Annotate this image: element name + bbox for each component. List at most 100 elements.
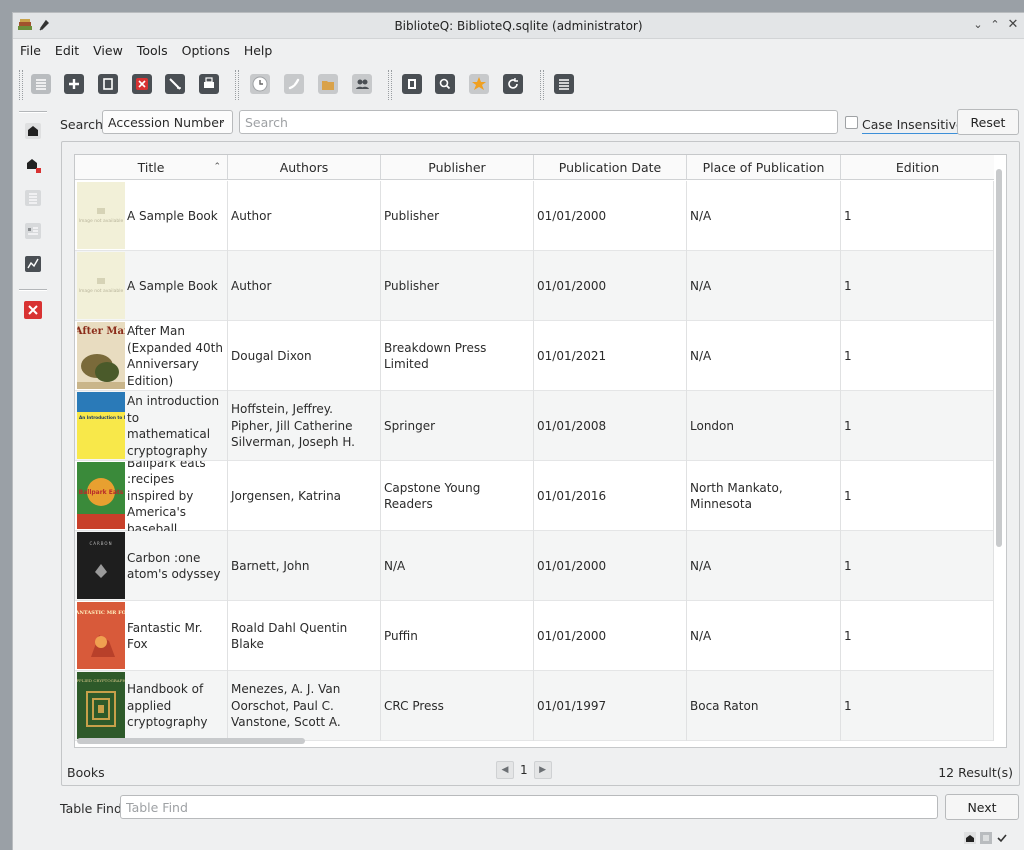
cell-title[interactable]: After ManAfter Man (Expanded 40th Annive…	[75, 321, 228, 391]
cell-authors[interactable]: Author	[228, 181, 381, 251]
cell-publication-date[interactable]: 01/01/2000	[534, 531, 687, 601]
table-row[interactable]: Image not available A Sample Book Author Pu…	[75, 251, 994, 321]
search-icon[interactable]	[434, 73, 456, 95]
cell-authors[interactable]: Roald Dahl Quentin Blake	[228, 601, 381, 671]
table-row[interactable]: FANTASTIC MR FOXFantastic Mr. FoxRoald D…	[75, 601, 994, 671]
next-page-icon[interactable]: ▶	[533, 761, 552, 779]
cell-place[interactable]: Boca Raton	[687, 671, 841, 741]
cell-publication-date[interactable]: 01/01/2016	[534, 461, 687, 531]
vertical-scrollbar[interactable]	[995, 157, 1004, 747]
side-statistics-icon[interactable]	[24, 255, 42, 273]
menu-tools[interactable]: Tools	[130, 40, 175, 62]
members-icon[interactable]	[351, 73, 373, 95]
cell-title[interactable]: Image not available A Sample Book	[75, 181, 228, 251]
cell-publication-date[interactable]: 01/01/1997	[534, 671, 687, 741]
search-field-select[interactable]: Accession Number ⌄	[102, 110, 233, 134]
cell-place[interactable]: London	[687, 391, 841, 461]
cell-place[interactable]: N/A	[687, 601, 841, 671]
cell-authors[interactable]: Author	[228, 251, 381, 321]
cell-title[interactable]: Ballpark Eats Ballpark eats :recipes insp…	[75, 461, 228, 531]
column-header-edition[interactable]: Edition	[841, 155, 994, 180]
table-row[interactable]: Ballpark Eats Ballpark eats :recipes insp…	[75, 461, 994, 531]
horizontal-scrollbar[interactable]	[77, 738, 307, 745]
cell-title[interactable]: FANTASTIC MR FOXFantastic Mr. Fox	[75, 601, 228, 671]
cell-authors[interactable]: Barnett, John	[228, 531, 381, 601]
cell-publication-date[interactable]: 01/01/2000	[534, 181, 687, 251]
table-row[interactable]: An Introduction to Mathematical Cryptogr…	[75, 391, 994, 461]
case-insensitive-checkbox[interactable]	[845, 116, 858, 129]
cell-edition[interactable]: 1	[841, 671, 994, 741]
cell-edition[interactable]: 1	[841, 391, 994, 461]
table-find-input[interactable]	[120, 795, 938, 819]
cell-title[interactable]: Image not available A Sample Book	[75, 251, 228, 321]
toolbar-handle[interactable]	[19, 70, 23, 100]
cell-title[interactable]: An Introduction to Mathematical Cryptogr…	[75, 391, 228, 461]
cell-publication-date[interactable]: 01/01/2000	[534, 251, 687, 321]
menu-edit[interactable]: Edit	[48, 40, 86, 62]
phone-icon[interactable]	[283, 73, 305, 95]
cell-publisher[interactable]: Publisher	[381, 251, 534, 321]
copy-icon[interactable]	[401, 73, 423, 95]
details-list-icon[interactable]	[30, 73, 52, 95]
menu-options[interactable]: Options	[175, 40, 237, 62]
page-number[interactable]: 1	[514, 763, 534, 777]
cell-edition[interactable]: 1	[841, 531, 994, 601]
column-header-authors[interactable]: Authors	[228, 155, 381, 180]
table-row[interactable]: Image not available A Sample Book Author Pu…	[75, 181, 994, 251]
cell-publisher[interactable]: Capstone Young Readers	[381, 461, 534, 531]
cell-publisher[interactable]: Puffin	[381, 601, 534, 671]
list-view-icon[interactable]	[553, 73, 575, 95]
cell-place[interactable]: N/A	[687, 531, 841, 601]
connect-icon[interactable]	[24, 122, 42, 140]
cell-title[interactable]: APPLIED CRYPTOGRAPHYHandbook of applied …	[75, 671, 228, 741]
cell-publisher[interactable]: Springer	[381, 391, 534, 461]
cell-publication-date[interactable]: 01/01/2008	[534, 391, 687, 461]
reset-button[interactable]: Reset	[957, 109, 1019, 135]
cell-edition[interactable]: 1	[841, 181, 994, 251]
side-card-icon[interactable]	[24, 222, 42, 240]
maximize-icon[interactable]: ⌃	[988, 18, 1002, 32]
refresh-icon[interactable]	[502, 73, 524, 95]
cell-publisher[interactable]: CRC Press	[381, 671, 534, 741]
print-icon[interactable]	[198, 73, 220, 95]
modify-icon[interactable]	[164, 73, 186, 95]
cell-place[interactable]: N/A	[687, 251, 841, 321]
cell-edition[interactable]: 1	[841, 251, 994, 321]
duplicate-icon[interactable]	[97, 73, 119, 95]
case-insensitive-label[interactable]: Case Insensitive	[862, 117, 964, 134]
table-row[interactable]: APPLIED CRYPTOGRAPHYHandbook of applied …	[75, 671, 994, 741]
column-header-place-of-publication[interactable]: Place of Publication	[687, 155, 841, 180]
cell-authors[interactable]: Hoffstein, Jeffrey. Pipher, Jill Catheri…	[228, 391, 381, 461]
table-row[interactable]: After ManAfter Man (Expanded 40th Annive…	[75, 321, 994, 391]
side-toolbar-handle[interactable]	[19, 111, 47, 113]
cell-edition[interactable]: 1	[841, 601, 994, 671]
search-input[interactable]	[239, 110, 838, 134]
disconnect-icon[interactable]	[24, 156, 42, 174]
column-header-title[interactable]: Title ⌃	[75, 155, 228, 180]
cell-publisher[interactable]: N/A	[381, 531, 534, 601]
cell-publication-date[interactable]: 01/01/2000	[534, 601, 687, 671]
side-list-icon[interactable]	[24, 189, 42, 207]
menu-file[interactable]: File	[13, 40, 48, 62]
cell-publication-date[interactable]: 01/01/2021	[534, 321, 687, 391]
next-button[interactable]: Next	[945, 794, 1019, 820]
cell-edition[interactable]: 1	[841, 461, 994, 531]
favorite-star-icon[interactable]	[468, 73, 490, 95]
cell-place[interactable]: N/A	[687, 181, 841, 251]
cell-publisher[interactable]: Publisher	[381, 181, 534, 251]
minimize-icon[interactable]: ⌄	[971, 18, 985, 32]
cell-place[interactable]: North Mankato, Minnesota	[687, 461, 841, 531]
cell-authors[interactable]: Dougal Dixon	[228, 321, 381, 391]
cell-publisher[interactable]: Breakdown Press Limited	[381, 321, 534, 391]
cell-authors[interactable]: Jorgensen, Katrina	[228, 461, 381, 531]
cell-title[interactable]: CARBON Carbon :one atom's odyssey	[75, 531, 228, 601]
close-icon[interactable]: ✕	[1006, 18, 1020, 32]
menu-help[interactable]: Help	[237, 40, 280, 62]
side-exit-icon[interactable]	[24, 301, 42, 319]
add-icon[interactable]	[63, 73, 85, 95]
table-row[interactable]: CARBON Carbon :one atom's odyssey Barnett,…	[75, 531, 994, 601]
reservation-clock-icon[interactable]	[249, 73, 271, 95]
previous-page-icon[interactable]: ◀	[496, 761, 514, 779]
horizontal-scroll-handle[interactable]	[77, 738, 305, 744]
cell-authors[interactable]: Menezes, A. J. Van Oorschot, Paul C. Van…	[228, 671, 381, 741]
